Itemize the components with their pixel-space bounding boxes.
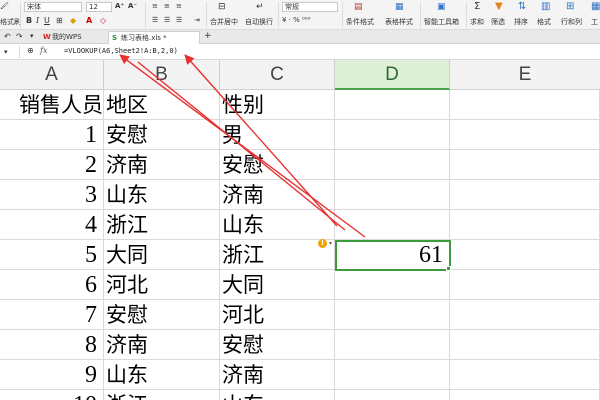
arrow-line-secondary: [137, 61, 346, 231]
arrow-to-formula: [184, 54, 338, 227]
annotation-arrows: [119, 54, 366, 238]
